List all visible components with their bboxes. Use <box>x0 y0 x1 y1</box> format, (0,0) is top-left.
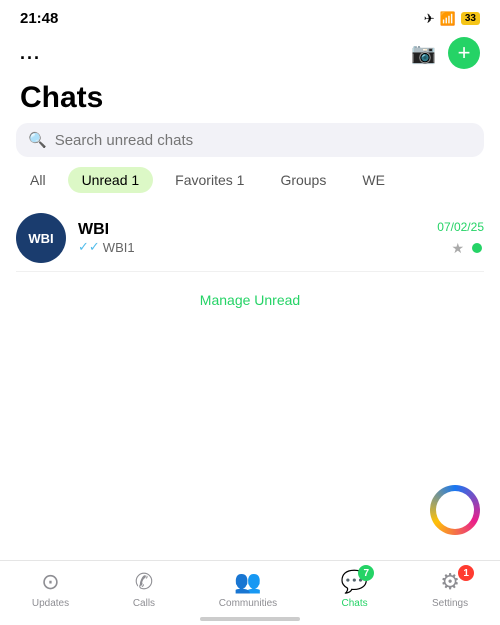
chat-item-wbi[interactable]: WBI WBI ✓✓ WBI1 07/02/25 ★ <box>16 205 484 272</box>
settings-badge: 1 <box>458 565 474 581</box>
tab-unread[interactable]: Unread 1 <box>68 167 154 193</box>
favorites-count: 1 <box>237 172 245 188</box>
camera-button[interactable]: 📷 <box>411 41 436 66</box>
nav-chats[interactable]: 💬 7 Chats <box>341 569 368 609</box>
nav-chats-label: Chats <box>342 598 368 609</box>
nav-calls-label: Calls <box>133 598 155 609</box>
search-icon: 🔍 <box>28 131 47 149</box>
star-icon: ★ <box>451 240 464 257</box>
settings-icon: ⚙ <box>440 569 460 595</box>
nav-updates-label: Updates <box>32 598 69 609</box>
chat-icons: ★ <box>451 240 484 257</box>
dots-menu[interactable]: ... <box>20 43 41 64</box>
chat-name: WBI <box>78 221 425 239</box>
bottom-nav: ⊙ Updates ✆ Calls 👥 Communities 💬 7 Chat… <box>0 560 500 625</box>
camera-icon: 📷 <box>411 43 436 65</box>
communities-icon: 👥 <box>234 569 261 595</box>
header-right: 📷 + <box>411 37 480 69</box>
home-indicator <box>200 617 300 621</box>
unread-count: 1 <box>131 172 139 188</box>
nav-settings-label: Settings <box>432 598 468 609</box>
read-check-icon: ✓✓ <box>78 239 100 255</box>
filter-tabs: All Unread 1 Favorites 1 Groups WE <box>0 167 500 205</box>
status-icons: ✈ 📶 33 <box>424 11 480 27</box>
nav-updates[interactable]: ⊙ Updates <box>32 569 69 609</box>
calls-icon: ✆ <box>135 569 153 595</box>
meta-button[interactable] <box>430 485 480 535</box>
nav-calls[interactable]: ✆ Calls <box>133 569 155 609</box>
manage-unread-button[interactable]: Manage Unread <box>0 272 500 328</box>
nav-settings[interactable]: ⚙ 1 Settings <box>432 569 468 609</box>
meta-inner <box>436 491 474 529</box>
nav-communities[interactable]: 👥 Communities <box>219 569 277 609</box>
avatar-text: WBI <box>28 231 53 246</box>
nav-communities-label: Communities <box>219 598 277 609</box>
search-bar: 🔍 <box>16 123 484 157</box>
wifi-icon: 📶 <box>440 11 456 27</box>
airplane-icon: ✈ <box>424 11 435 27</box>
page-title: Chats <box>0 77 500 123</box>
header-actions: ... 📷 + <box>0 33 500 77</box>
updates-icon: ⊙ <box>41 569 59 595</box>
chat-meta: 07/02/25 ★ <box>437 220 484 257</box>
chat-content: WBI ✓✓ WBI1 <box>78 221 425 255</box>
tab-all[interactable]: All <box>16 167 60 193</box>
preview-text: WBI1 <box>103 240 135 255</box>
add-chat-button[interactable]: + <box>448 37 480 69</box>
chats-badge: 7 <box>358 565 374 581</box>
online-indicator <box>470 241 484 255</box>
status-time: 21:48 <box>20 10 58 27</box>
chat-avatar: WBI <box>16 213 66 263</box>
battery-badge: 33 <box>461 12 480 25</box>
status-bar: 21:48 ✈ 📶 33 <box>0 0 500 33</box>
chat-preview: ✓✓ WBI1 <box>78 239 425 255</box>
chat-date: 07/02/25 <box>437 220 484 234</box>
search-input[interactable] <box>55 132 472 149</box>
tab-groups[interactable]: Groups <box>266 167 340 193</box>
chat-list: WBI WBI ✓✓ WBI1 07/02/25 ★ <box>0 205 500 272</box>
tab-we[interactable]: WE <box>348 167 399 193</box>
tab-favorites[interactable]: Favorites 1 <box>161 167 258 193</box>
